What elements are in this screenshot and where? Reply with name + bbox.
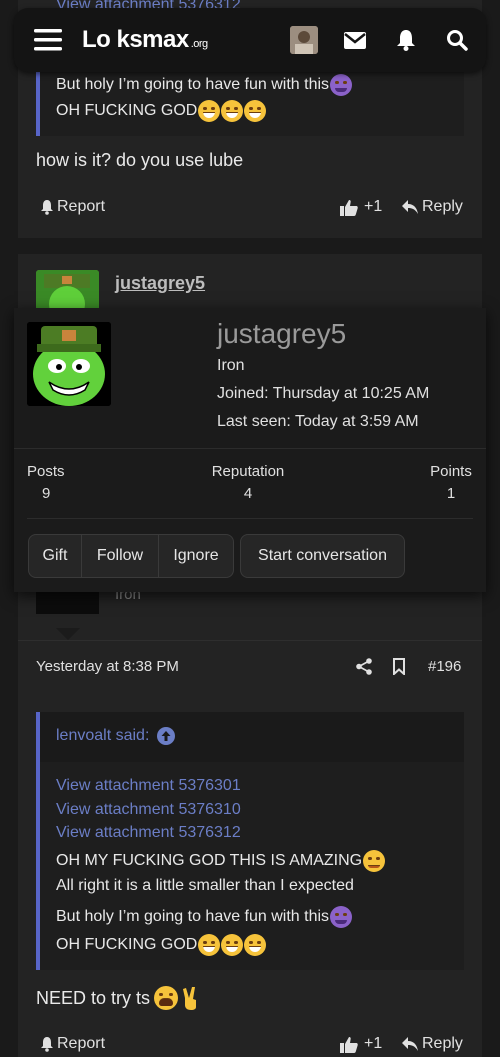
like-button[interactable]: +1 xyxy=(340,198,382,216)
ignore-button[interactable]: Ignore xyxy=(158,534,234,578)
quote-line: But holy I’m going to have fun with this xyxy=(56,906,353,928)
share-icon[interactable] xyxy=(356,658,372,675)
member-username[interactable]: justagrey5 xyxy=(217,318,346,350)
stat-value: 9 xyxy=(42,485,51,502)
grin-emoji-icon xyxy=(221,934,244,956)
user-avatar[interactable] xyxy=(36,270,99,310)
reply-icon xyxy=(402,1037,418,1051)
thumbs-up-icon xyxy=(340,199,358,216)
attachment-link[interactable]: View attachment 5376301 xyxy=(56,777,241,795)
stat-points: Points 1 xyxy=(420,463,482,502)
quote-line: All right it is a little smaller than I … xyxy=(56,877,354,894)
quote-line: OH FUCKING GOD xyxy=(56,100,267,122)
stat-label: Posts xyxy=(27,463,65,480)
post-body: NEED to try ts xyxy=(36,986,201,1010)
start-conversation-button[interactable]: Start conversation xyxy=(240,534,405,578)
quote-line-text: OH FUCKING GOD xyxy=(56,936,198,954)
follow-button[interactable]: Follow xyxy=(81,534,159,578)
post-timestamp[interactable]: Yesterday at 8:38 PM xyxy=(36,658,179,675)
quote-line-text: But holy I’m going to have fun with this xyxy=(56,76,330,94)
user-avatar-lower xyxy=(36,592,99,614)
attachment-link[interactable]: View attachment 5376312 xyxy=(56,824,241,842)
avatar[interactable] xyxy=(290,26,318,54)
site-header: Lo ksmax .org xyxy=(14,8,486,72)
stat-label: Reputation xyxy=(211,463,285,480)
reply-label: Reply xyxy=(422,198,463,215)
like-count: +1 xyxy=(364,1035,383,1052)
report-button[interactable]: Report xyxy=(40,1035,105,1053)
stat-label: Points xyxy=(430,463,472,480)
blush-emoji-icon xyxy=(363,850,386,872)
member-joined: Joined: Thursday at 10:25 AM xyxy=(217,385,430,402)
bell-icon xyxy=(40,1036,54,1052)
reply-button[interactable]: Reply xyxy=(402,198,463,216)
bell-icon[interactable] xyxy=(396,29,416,51)
username-link[interactable]: justagrey5 xyxy=(115,273,205,294)
menu-icon[interactable] xyxy=(34,28,62,52)
like-count: +1 xyxy=(364,198,383,215)
victory-hand-icon xyxy=(181,986,201,1010)
mail-icon[interactable] xyxy=(344,32,366,49)
stat-reputation: Reputation 4 xyxy=(210,463,286,502)
report-label: Report xyxy=(57,1035,106,1052)
grin-emoji-icon xyxy=(198,100,221,122)
site-logo[interactable]: Lo ksmax .org xyxy=(82,26,208,54)
stat-value: 1 xyxy=(446,485,456,502)
bookmark-icon[interactable] xyxy=(393,658,405,675)
stat-posts: Posts 9 xyxy=(27,463,65,502)
grin-emoji-icon xyxy=(244,934,267,956)
post-number[interactable]: #196 xyxy=(428,658,461,675)
grin-emoji-icon xyxy=(221,100,244,122)
attachment-link[interactable]: View attachment 5376310 xyxy=(56,801,241,819)
post-body-text: NEED to try ts xyxy=(36,987,151,1008)
quote-author-text: lenvoalt said: xyxy=(56,727,150,744)
member-rank: Iron xyxy=(217,357,245,374)
gift-button[interactable]: Gift xyxy=(28,534,82,578)
arrow-up-circle-icon[interactable] xyxy=(157,727,176,745)
report-button[interactable]: Report xyxy=(40,198,105,216)
member-last-seen: Last seen: Today at 3:59 AM xyxy=(217,413,419,430)
quote-line-text: But holy I’m going to have fun with this xyxy=(56,908,330,926)
popup-arrow xyxy=(56,628,80,640)
like-button[interactable]: +1 xyxy=(340,1035,382,1053)
reply-label: Reply xyxy=(422,1035,463,1052)
grin-emoji-icon xyxy=(244,100,267,122)
bell-icon xyxy=(40,199,54,215)
quote-line: OH FUCKING GOD xyxy=(56,934,267,956)
divider xyxy=(18,640,482,641)
reply-icon xyxy=(402,200,418,214)
post-body: how is it? do you use lube xyxy=(36,150,244,170)
site-logo-text: Lo ksmax xyxy=(82,26,189,53)
grin-emoji-icon xyxy=(198,934,221,956)
reply-button[interactable]: Reply xyxy=(402,1035,463,1053)
thumbs-up-icon xyxy=(340,1036,358,1053)
crying-emoji-icon xyxy=(154,986,179,1010)
quote-line: OH MY FUCKING GOD THIS IS AMAZING xyxy=(56,850,386,872)
member-avatar[interactable] xyxy=(27,322,111,406)
divider xyxy=(14,448,486,449)
divider xyxy=(27,518,473,519)
site-logo-suffix: .org xyxy=(190,38,208,50)
report-label: Report xyxy=(57,198,106,215)
search-icon[interactable] xyxy=(446,29,468,51)
devil-emoji-icon xyxy=(330,74,353,96)
quote-line: But holy I’m going to have fun with this xyxy=(56,74,353,96)
quote-author[interactable]: lenvoalt said: xyxy=(56,727,176,745)
stat-value: 4 xyxy=(243,485,253,502)
quote-line-text: OH MY FUCKING GOD THIS IS AMAZING xyxy=(56,852,363,870)
devil-emoji-icon xyxy=(330,906,353,928)
quote-line-text: OH FUCKING GOD xyxy=(56,102,198,120)
